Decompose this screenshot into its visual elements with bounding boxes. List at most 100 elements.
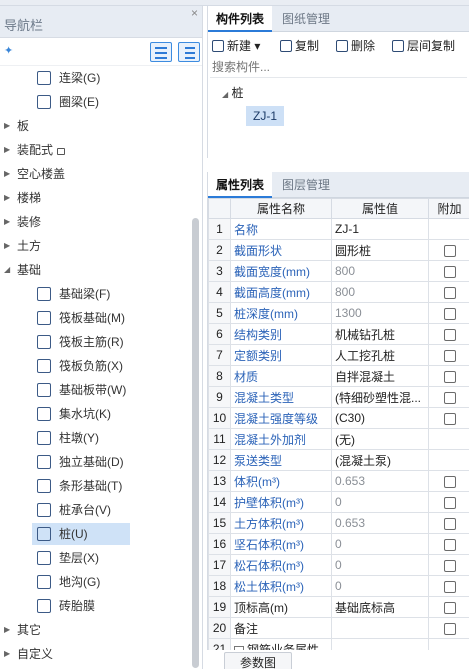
expand-arrow-icon[interactable]: ▶ [4, 162, 14, 186]
property-value[interactable]: 800 [331, 281, 429, 303]
tree-item[interactable]: 连梁(G) [0, 66, 190, 90]
table-row[interactable]: 13 体积(m³) 0.653 [208, 470, 469, 492]
tree-item[interactable]: ◢ 基础 [0, 258, 190, 282]
table-row[interactable]: 14 护壁体积(m³) 0 [208, 491, 469, 513]
tree-item[interactable]: ▶ 其它 [0, 618, 190, 642]
tree-item[interactable]: 筏板主筋(R) [0, 330, 190, 354]
tree-item[interactable]: 砖胎膜 [0, 594, 190, 618]
expand-arrow-icon[interactable]: ▶ [4, 210, 14, 234]
extra-checkbox[interactable] [443, 265, 456, 278]
expand-arrow-icon[interactable]: ▶ [4, 114, 14, 138]
property-value[interactable]: 0 [331, 575, 429, 597]
property-value[interactable]: 0.653 [331, 512, 429, 534]
table-row[interactable]: 8 材质 自拌混凝土 [208, 365, 469, 387]
table-row[interactable]: 3 截面宽度(mm) 800 [208, 260, 469, 282]
tree-item[interactable]: 桩承台(V) [0, 498, 190, 522]
table-row[interactable]: 5 桩深度(mm) 1300 [208, 302, 469, 324]
tree-item[interactable]: ▶ 土方 [0, 234, 190, 258]
table-row[interactable]: 7 定额类别 人工挖孔桩 [208, 344, 469, 366]
tree-item[interactable]: 独立基础(D) [0, 450, 190, 474]
table-row[interactable]: 2 截面形状 圆形桩 [208, 239, 469, 261]
extra-checkbox[interactable] [443, 559, 456, 572]
close-icon[interactable]: × [191, 6, 198, 20]
property-value[interactable]: 自拌混凝土 [331, 365, 429, 387]
floor-copy-button[interactable]: 层间复制 [392, 37, 455, 54]
expand-arrow-icon[interactable]: ▶ [4, 618, 14, 642]
extra-checkbox[interactable] [443, 622, 456, 635]
expand-arrow-icon[interactable]: ▶ [4, 186, 14, 210]
tree-item[interactable]: ▶ 板 [0, 114, 190, 138]
table-row[interactable]: 11 混凝土外加剂 (无) [208, 428, 469, 450]
table-row[interactable]: 15 土方体积(m³) 0.653 [208, 512, 469, 534]
property-value[interactable]: 基础底标高 [331, 596, 429, 618]
extra-checkbox[interactable] [443, 349, 456, 362]
copy-button[interactable]: 复制 [280, 37, 319, 54]
property-value[interactable]: 0 [331, 554, 429, 576]
extra-checkbox[interactable] [443, 475, 456, 488]
extra-checkbox[interactable] [443, 307, 456, 320]
extra-checkbox[interactable] [443, 244, 456, 257]
tree-item[interactable]: ▶ 装配式 [0, 138, 190, 162]
collapse-arrow-icon[interactable]: ◢ [4, 258, 14, 282]
property-value[interactable]: 机械钻孔桩 [331, 323, 429, 345]
tree-item[interactable]: 桩(U) [0, 522, 190, 546]
table-row[interactable]: 1 名称 ZJ-1 [208, 218, 469, 240]
table-row[interactable]: 10 混凝土强度等级 (C30) [208, 407, 469, 429]
detail-view-icon[interactable] [178, 42, 200, 62]
delete-button[interactable]: 删除 [336, 37, 375, 54]
extra-checkbox[interactable] [443, 601, 456, 614]
component-item-zj1[interactable]: ZJ-1 [246, 106, 284, 126]
extra-checkbox[interactable] [443, 328, 456, 341]
tree-item[interactable]: 集水坑(K) [0, 402, 190, 426]
new-button[interactable]: 新建 ▾ [212, 37, 260, 54]
property-value[interactable]: ZJ-1 [331, 218, 429, 240]
tab-property-list[interactable]: 属性列表 [208, 172, 273, 198]
property-value[interactable]: 圆形桩 [331, 239, 429, 261]
tree-item[interactable]: 筏板负筋(X) [0, 354, 190, 378]
property-value[interactable]: 800 [331, 260, 429, 282]
nav-scrollbar[interactable] [192, 218, 199, 668]
property-value[interactable]: 1300 [331, 302, 429, 324]
pile-group[interactable]: ◢ 桩 [222, 84, 244, 101]
property-value[interactable]: (无) [331, 428, 429, 450]
property-value[interactable]: (混凝土泵) [331, 449, 429, 471]
extra-checkbox[interactable] [443, 580, 456, 593]
property-value[interactable]: 0 [331, 491, 429, 513]
tree-item[interactable]: 垫层(X) [0, 546, 190, 570]
extra-checkbox[interactable] [443, 412, 456, 425]
table-row[interactable]: 18 松土体积(m³) 0 [208, 575, 469, 597]
property-value[interactable]: (C30) [331, 407, 429, 429]
table-row[interactable]: 12 泵送类型 (混凝土泵) [208, 449, 469, 471]
tree-item[interactable]: 条形基础(T) [0, 474, 190, 498]
property-value[interactable]: (特细砂塑性混... [331, 386, 429, 408]
table-row[interactable]: 19 顶标高(m) 基础底标高 [208, 596, 469, 618]
tab-layer-management[interactable]: 图层管理 [274, 172, 338, 198]
property-value[interactable]: 0 [331, 533, 429, 555]
expand-arrow-icon[interactable]: ▶ [4, 138, 14, 162]
tree-item[interactable]: ▶ 楼梯 [0, 186, 190, 210]
search-input[interactable] [210, 58, 467, 76]
tab-drawing-management[interactable]: 图纸管理 [274, 6, 338, 32]
tree-item[interactable]: 基础板带(W) [0, 378, 190, 402]
table-row[interactable]: 9 混凝土类型 (特细砂塑性混... [208, 386, 469, 408]
extra-checkbox[interactable] [443, 496, 456, 509]
extra-checkbox[interactable] [443, 370, 456, 383]
extra-checkbox[interactable] [443, 286, 456, 299]
table-row[interactable]: 17 松石体积(m³) 0 [208, 554, 469, 576]
tree-item[interactable]: 地沟(G) [0, 570, 190, 594]
tree-item[interactable]: ▶ 空心楼盖 [0, 162, 190, 186]
table-row[interactable]: 16 坚石体积(m³) 0 [208, 533, 469, 555]
parameter-diagram-button[interactable]: 参数图 [224, 652, 292, 669]
list-view-icon[interactable] [150, 42, 172, 62]
tree-item[interactable]: ▶ 装修 [0, 210, 190, 234]
extra-checkbox[interactable] [443, 517, 456, 530]
expand-arrow-icon[interactable]: ▶ [4, 234, 14, 258]
sparkle-icon[interactable]: ✦ [4, 44, 13, 57]
tree-item[interactable]: 柱墩(Y) [0, 426, 190, 450]
table-row[interactable]: 6 结构类别 机械钻孔桩 [208, 323, 469, 345]
property-value[interactable]: 0.653 [331, 470, 429, 492]
tree-item[interactable]: 圈梁(E) [0, 90, 190, 114]
expand-arrow-icon[interactable]: ▶ [4, 642, 14, 666]
property-value[interactable] [331, 617, 429, 639]
tree-item[interactable]: 筏板基础(M) [0, 306, 190, 330]
